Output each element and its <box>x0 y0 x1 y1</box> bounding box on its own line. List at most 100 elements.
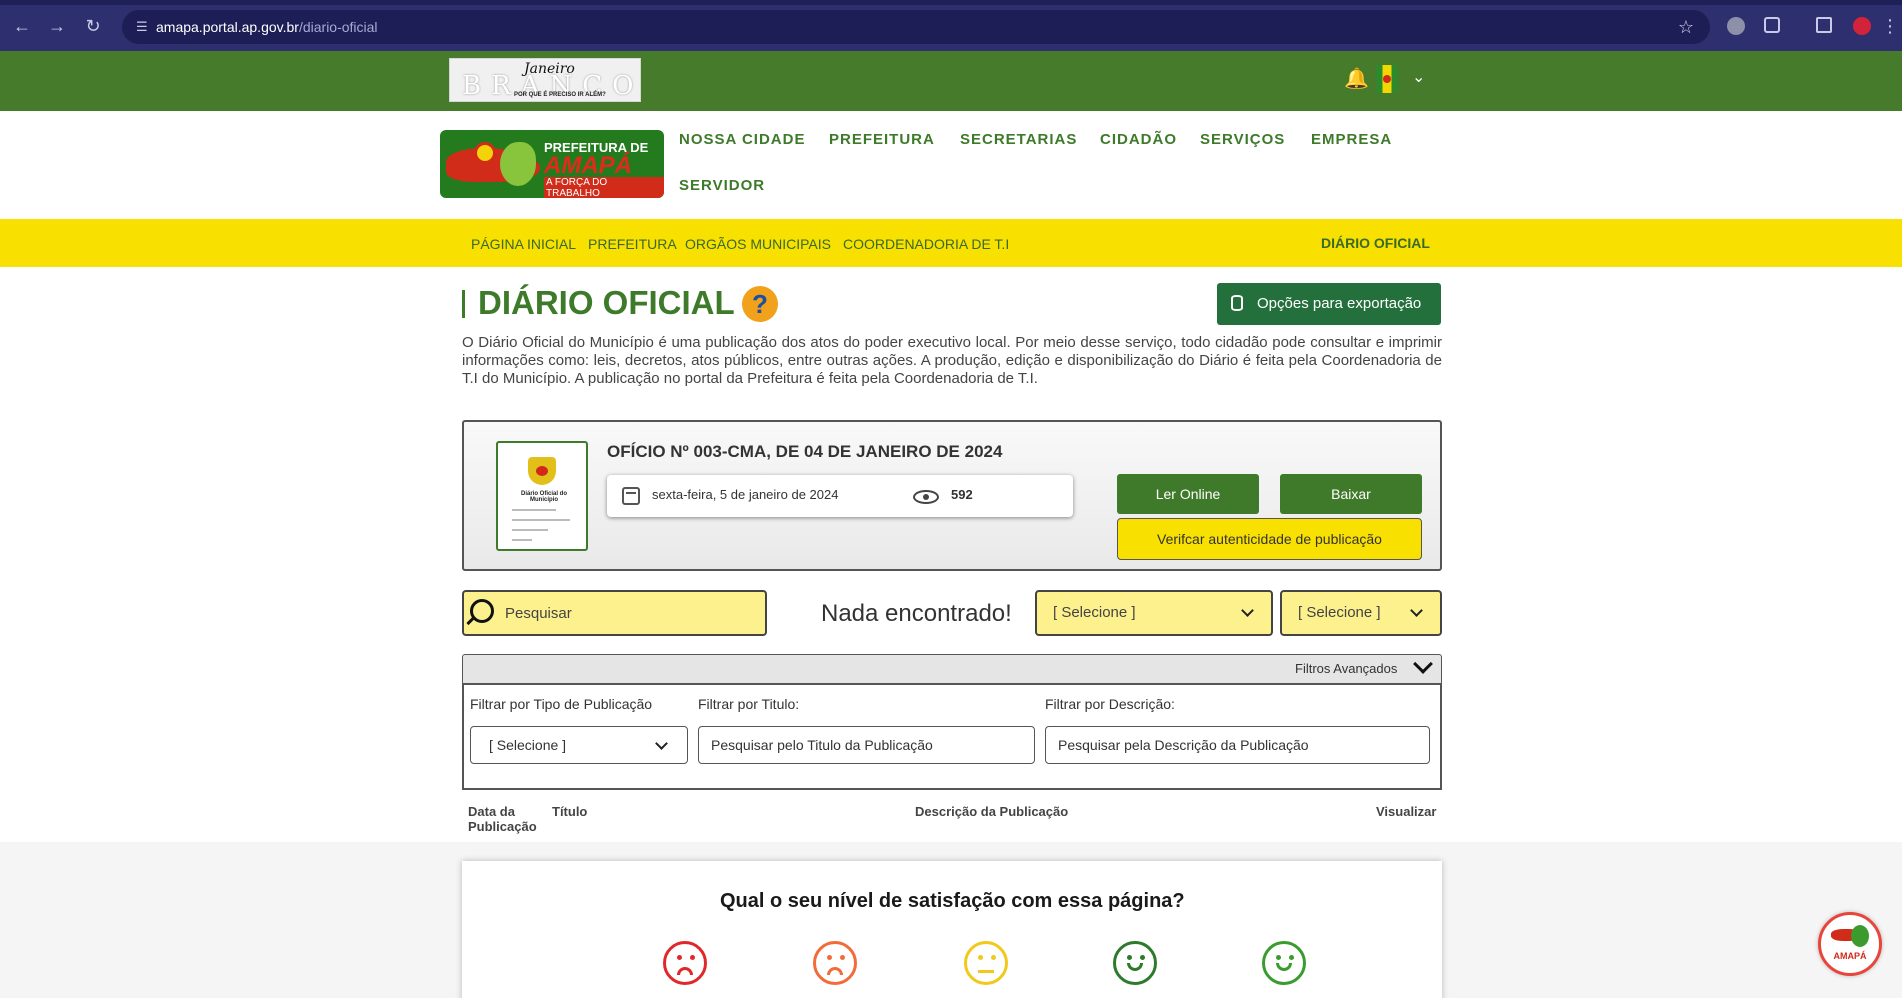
badge-label: AMAPÁ <box>1833 951 1867 961</box>
read-online-button[interactable]: Ler Online <box>1117 474 1259 514</box>
sidebar-icon[interactable] <box>1816 17 1832 33</box>
face-eye <box>677 955 682 960</box>
breadcrumb-orgaos-municipais[interactable]: ORGÃOS MUNICIPAIS <box>685 236 831 252</box>
publication-title: OFÍCIO Nº 003-CMA, DE 04 DE JANEIRO DE 2… <box>607 442 1003 461</box>
column-header-title[interactable]: Título <box>552 804 587 819</box>
chevron-down-icon <box>1410 604 1423 617</box>
title-accent-bar <box>462 290 465 318</box>
breadcrumb-prefeitura[interactable]: PREFEITURA <box>588 236 677 252</box>
face-dissatisfied-icon[interactable] <box>813 941 857 985</box>
menu-servicos[interactable]: SERVIÇOS <box>1200 131 1285 148</box>
face-neutral-icon[interactable] <box>964 941 1008 985</box>
search-icon <box>470 599 494 623</box>
branco-logo[interactable]: BRANCO Janeiro POR QUE É PRECISO IR ALÉM… <box>449 58 641 102</box>
month-select-value: [ Selecione ] <box>1298 604 1381 621</box>
prefeitura-logo[interactable]: PREFEITURA DE AMAPÁ A FORÇA DO TRABALHO <box>440 130 664 198</box>
no-results-message: Nada encontrado! <box>821 600 1012 627</box>
logo-sun-icon <box>474 142 496 164</box>
advanced-filters-label[interactable]: Filtros Avançados <box>1295 661 1397 676</box>
month-select[interactable]: [ Selecione ] <box>1280 590 1442 636</box>
face-very-satisfied-icon[interactable] <box>1262 941 1306 985</box>
adblock-extension-icon[interactable] <box>1727 17 1745 35</box>
filter-type-select[interactable]: [ Selecione ] <box>470 726 688 764</box>
filter-type-value: [ Selecione ] <box>489 737 567 753</box>
menu-secretarias[interactable]: SECRETARIAS <box>960 131 1077 148</box>
filter-desc-input[interactable]: Pesquisar pela Descrição da Publicação <box>1045 726 1430 764</box>
menu-nossa-cidade[interactable]: NOSSA CIDADE <box>679 131 805 148</box>
user-avatar-flag[interactable] <box>1376 65 1398 93</box>
badge-map-green <box>1851 925 1869 947</box>
menu-cidadao[interactable]: CIDADÃO <box>1100 131 1177 148</box>
download-button[interactable]: Baixar <box>1280 474 1422 514</box>
export-options-label: Opções para exportação <box>1257 295 1422 312</box>
face-eye <box>991 955 996 960</box>
back-icon[interactable]: ← <box>12 16 32 36</box>
floating-prefeitura-badge[interactable]: AMAPÁ <box>1818 912 1882 976</box>
browser-menu-icon[interactable]: ⋮ <box>1880 16 1900 36</box>
thumbnail-line <box>512 509 556 511</box>
user-menu-chevron-icon[interactable]: ⌄ <box>1412 69 1430 87</box>
main-header <box>0 111 1902 219</box>
breadcrumb-coordenadoria[interactable]: COORDENADORIA DE T.I <box>843 236 1009 252</box>
face-eye <box>690 955 695 960</box>
face-mouth <box>978 970 994 973</box>
survey-title: Qual o seu nível de satisfação com essa … <box>720 890 1185 912</box>
breadcrumb-pagina-inicial[interactable]: PÁGINA INICIAL <box>471 236 576 252</box>
face-mouth <box>1276 963 1292 971</box>
chevron-down-icon <box>1241 604 1254 617</box>
menu-empresa[interactable]: EMPRESA <box>1311 131 1392 148</box>
menu-servidor[interactable]: SERVIDOR <box>679 177 765 194</box>
chevron-down-icon <box>655 737 668 750</box>
face-mouth <box>827 967 843 975</box>
browser-tab-strip <box>0 0 1902 5</box>
menu-prefeitura[interactable]: PREFEITURA <box>829 131 935 148</box>
database-icon <box>1231 295 1243 311</box>
thumbnail-title: Diário Oficial do Município <box>520 491 567 503</box>
extensions-icon[interactable] <box>1764 17 1780 33</box>
help-question-icon[interactable]: ? <box>742 286 778 322</box>
year-select[interactable]: [ Selecione ] <box>1035 590 1273 636</box>
face-mouth <box>1127 963 1143 971</box>
column-header-date-line2: Publicação <box>468 819 537 834</box>
face-satisfied-icon[interactable] <box>1113 941 1157 985</box>
branco-logo-signature: Janeiro <box>524 61 575 77</box>
filter-type-label: Filtrar por Tipo de Publicação <box>470 696 653 712</box>
site-info-icon[interactable]: ☰ <box>136 19 152 35</box>
filter-title-label: Filtrar por Titulo: <box>698 696 800 712</box>
thumbnail-crest-icon <box>528 457 556 485</box>
face-mouth <box>677 967 693 975</box>
export-options-button[interactable]: Opções para exportação <box>1217 283 1441 325</box>
filter-title-input[interactable]: Pesquisar pelo Titulo da Publicação <box>698 726 1035 764</box>
face-eye <box>827 955 832 960</box>
column-header-date-line1: Data da <box>468 804 515 819</box>
thumbnail-line <box>512 529 548 531</box>
thumbnail-line <box>512 539 532 541</box>
logo-map-shape-green <box>500 142 536 186</box>
url-text[interactable]: amapa.portal.ap.gov.br/diario-oficial <box>156 18 378 36</box>
bookmark-star-icon[interactable]: ☆ <box>1678 17 1694 37</box>
column-header-view[interactable]: Visualizar <box>1376 804 1436 819</box>
logo-line-2: AMAPÁ <box>544 152 632 179</box>
column-header-date[interactable]: Data da Publicação <box>468 804 537 834</box>
thumbnail-line <box>512 519 570 521</box>
publication-thumbnail[interactable]: Diário Oficial do Município <box>496 441 588 551</box>
face-eye <box>978 955 983 960</box>
breadcrumb-current: DIÁRIO OFICIAL <box>1321 235 1430 251</box>
column-header-description[interactable]: Descrição da Publicação <box>915 804 1068 819</box>
address-bar[interactable]: ☰ amapa.portal.ap.gov.br/diario-oficial … <box>122 10 1710 44</box>
filter-desc-label: Filtrar por Descrição: <box>1045 696 1175 712</box>
notification-bell-icon[interactable]: 🔔 <box>1344 68 1369 90</box>
reload-icon[interactable]: ↻ <box>83 16 103 36</box>
intro-text: O Diário Oficial do Município é uma publ… <box>462 334 1442 387</box>
publication-date: sexta-feira, 5 de janeiro de 2024 <box>652 487 839 502</box>
verify-authenticity-button[interactable]: Verifcar autenticidade de publicação <box>1117 518 1422 560</box>
branco-logo-tagline: POR QUE É PRECISO IR ALÉM? <box>514 92 606 98</box>
filter-desc-placeholder: Pesquisar pela Descrição da Publicação <box>1058 737 1309 753</box>
face-eye <box>1289 955 1294 960</box>
face-eye <box>1276 955 1281 960</box>
views-eye-icon <box>913 490 939 504</box>
filter-title-placeholder: Pesquisar pelo Titulo da Publicação <box>711 737 933 753</box>
forward-icon[interactable]: → <box>47 16 67 36</box>
profile-avatar[interactable] <box>1853 17 1871 35</box>
face-very-dissatisfied-icon[interactable] <box>663 941 707 985</box>
